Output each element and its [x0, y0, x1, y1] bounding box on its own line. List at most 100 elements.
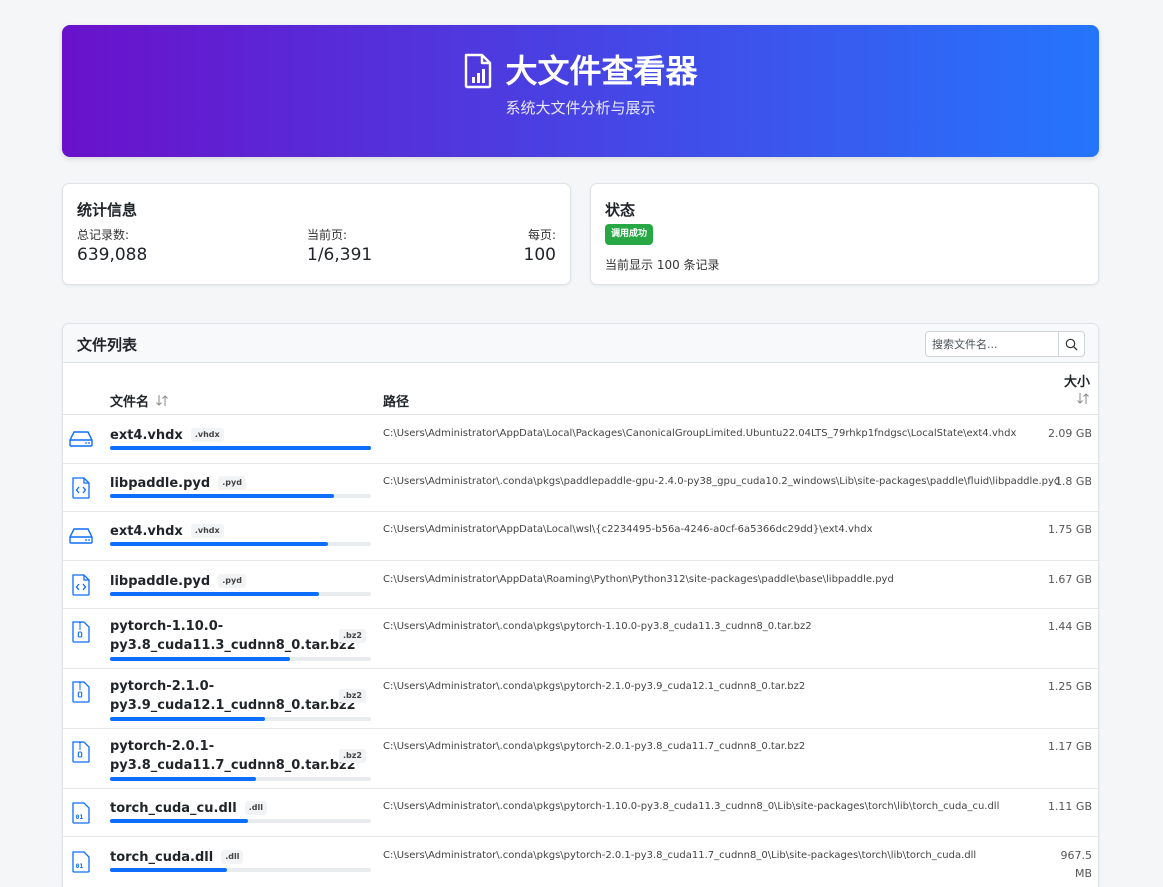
title-text: 大文件查看器: [505, 52, 698, 90]
ext-badge: .pyd: [218, 574, 246, 588]
table-row[interactable]: 01 torch_cuda_cu.dll .dll C:\Users\Admini…: [63, 789, 1098, 837]
file-name: torch_cuda_cu.dll: [110, 801, 237, 816]
file-path: C:\Users\Administrator\.conda\pkgs\pytor…: [383, 850, 977, 861]
hard-drive-icon: [69, 431, 93, 447]
size-bar-fill: [110, 868, 228, 872]
size-bar-fill: [110, 819, 249, 823]
page-subtitle: 系统大文件分析与展示: [505, 99, 656, 117]
size-bar: [110, 819, 371, 823]
file-size: 1.17 GB: [1047, 740, 1092, 753]
file-name-line1: pytorch-1.10.0-: [110, 619, 224, 634]
ext-badge: .bz2: [339, 629, 366, 643]
file-list-header: 文件列表: [63, 324, 1098, 363]
search-input[interactable]: [926, 332, 1058, 356]
search-icon: [1065, 338, 1078, 350]
size-bar: [110, 777, 371, 781]
size-bar: [110, 542, 371, 546]
sort-icon[interactable]: [155, 394, 169, 407]
file-path: C:\Users\Administrator\AppData\Roaming\P…: [383, 574, 894, 585]
size-bar-fill: [110, 777, 257, 781]
file-size: 2.09 GB: [1047, 427, 1092, 440]
file-path: C:\Users\Administrator\AppData\Local\Pac…: [383, 428, 1017, 439]
per-page-value: 100: [523, 245, 556, 265]
status-card: 状态 调用成功 当前显示 100 条记录: [590, 183, 1099, 285]
total-label: 总记录数:: [77, 228, 130, 242]
size-bar: [110, 717, 371, 721]
column-size-header[interactable]: 大小: [1064, 371, 1090, 409]
file-name-cell: torch_cuda.dll .dll: [110, 846, 370, 867]
file-name: libpaddle.pyd: [110, 574, 211, 589]
file-name-cell: pytorch-2.1.0- py3.9_cuda12.1_cudnn8_0.t…: [110, 677, 370, 715]
page-header: 大文件查看器 系统大文件分析与展示: [62, 25, 1099, 157]
binary-file-icon: 01: [72, 802, 90, 824]
sort-icon[interactable]: [1076, 392, 1090, 405]
status-badge: 调用成功: [605, 224, 654, 245]
file-name-line2: py3.8_cuda11.3_cudnn8_0.tar.bz2: [110, 638, 356, 653]
table-row[interactable]: pytorch-1.10.0- py3.8_cuda11.3_cudnn8_0.…: [63, 609, 1098, 669]
size-bar: [110, 868, 371, 872]
ext-badge: .vhdx: [190, 428, 224, 442]
table-header: 文件名 路径 大小: [63, 363, 1098, 415]
ext-badge: .dll: [244, 801, 267, 815]
search-button[interactable]: [1058, 332, 1084, 356]
table-row[interactable]: pytorch-2.1.0- py3.9_cuda12.1_cudnn8_0.t…: [63, 669, 1098, 729]
size-bar: [110, 592, 371, 596]
file-name: ext4.vhdx: [110, 428, 183, 443]
file-size: 1.67 GB: [1047, 573, 1092, 586]
stats-title: 统计信息: [77, 201, 138, 219]
table-row[interactable]: libpaddle.pyd .pyd C:\Users\Administrator…: [63, 464, 1098, 512]
table-row[interactable]: ext4.vhdx .vhdx C:\Users\Administrator\Ap…: [63, 416, 1098, 464]
table-row[interactable]: libpaddle.pyd .pyd C:\Users\Administrator…: [63, 561, 1098, 609]
table-row[interactable]: 01 torch_cuda.dll .dll C:\Users\Administr…: [63, 837, 1098, 887]
file-path: C:\Users\Administrator\.conda\pkgs\pytor…: [383, 801, 1000, 812]
stats-card: 统计信息 总记录数: 639,088 当前页: 1/6,391 每页: 100: [62, 183, 571, 285]
file-name-line2: py3.9_cuda12.1_cudnn8_0.tar.bz2: [110, 698, 356, 713]
ext-badge: .bz2: [339, 749, 366, 763]
file-list-title: 文件列表: [77, 336, 138, 354]
status-title: 状态: [605, 201, 636, 219]
ext-badge: .vhdx: [190, 524, 224, 538]
file-name: torch_cuda.dll: [110, 850, 214, 865]
zip-file-icon: [72, 681, 90, 703]
size-bar-fill: [110, 542, 329, 546]
file-name-line1: pytorch-2.1.0-: [110, 679, 215, 694]
hard-drive-icon: [69, 528, 93, 544]
file-path: C:\Users\Administrator\.conda\pkgs\paddl…: [383, 476, 1061, 487]
status-text: 当前显示 100 条记录: [605, 258, 720, 272]
size-bar: [110, 446, 371, 450]
file-name-line2: py3.8_cuda11.7_cudnn8_0.tar.bz2: [110, 758, 356, 773]
file-chart-icon: [465, 53, 492, 89]
binary-file-icon: 01: [72, 851, 90, 873]
column-name-header[interactable]: 文件名: [110, 391, 169, 410]
file-name-cell: pytorch-1.10.0- py3.8_cuda11.3_cudnn8_0.…: [110, 617, 370, 655]
file-path: C:\Users\Administrator\.conda\pkgs\pytor…: [383, 621, 812, 632]
code-file-icon: [72, 574, 90, 596]
file-list-card: 文件列表 文件名 路径 大小: [62, 323, 1099, 887]
file-path: C:\Users\Administrator\.conda\pkgs\pytor…: [383, 741, 806, 752]
table-row[interactable]: pytorch-2.0.1- py3.8_cuda11.7_cudnn8_0.t…: [63, 729, 1098, 789]
size-bar-fill: [110, 592, 319, 596]
column-size-label: 大小: [1063, 375, 1090, 390]
file-size-line2: MB: [1074, 867, 1092, 880]
file-name-cell: ext4.vhdx .vhdx: [110, 424, 370, 445]
size-bar: [110, 657, 371, 661]
zip-file-icon: [72, 621, 90, 643]
file-path: C:\Users\Administrator\.conda\pkgs\pytor…: [383, 681, 806, 692]
table-row[interactable]: ext4.vhdx .vhdx C:\Users\Administrator\Ap…: [63, 512, 1098, 561]
file-path: C:\Users\Administrator\AppData\Local\wsl…: [383, 524, 873, 535]
size-bar-fill: [110, 657, 291, 661]
file-size: 1.8 GB: [1054, 475, 1092, 488]
file-name-cell: libpaddle.pyd .pyd: [110, 472, 370, 493]
file-size: 967.5 MB: [1061, 847, 1093, 883]
page-title: 大文件查看器: [62, 51, 1099, 91]
file-size-line1: 967.5: [1060, 849, 1093, 862]
page-value: 1/6,391: [307, 245, 373, 265]
size-bar-fill: [110, 494, 335, 498]
size-bar-fill: [110, 717, 266, 721]
file-size: 1.44 GB: [1047, 620, 1092, 633]
size-bar: [110, 494, 371, 498]
ext-badge: .pyd: [218, 476, 246, 490]
zip-file-icon: [72, 741, 90, 763]
per-page-label: 每页:: [527, 228, 556, 242]
file-name: ext4.vhdx: [110, 524, 183, 539]
